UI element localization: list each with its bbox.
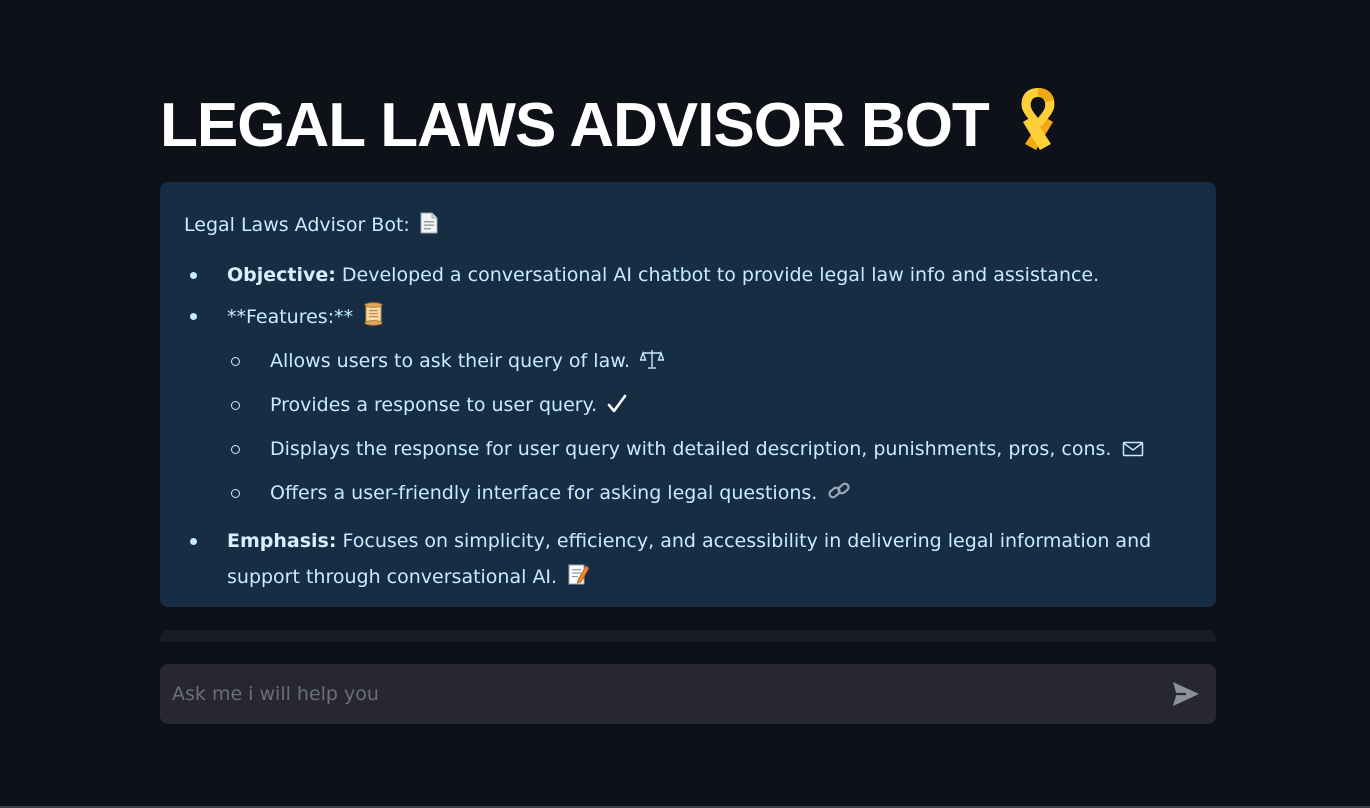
yellow-ribbon-icon — [1003, 82, 1073, 170]
info-heading: Legal Laws Advisor Bot: — [184, 210, 1192, 243]
chat-area-divider — [160, 630, 1216, 642]
objective-label: Objective: — [227, 264, 336, 286]
send-button[interactable] — [1170, 679, 1202, 709]
chat-input-container — [160, 664, 1216, 724]
send-icon — [1173, 682, 1199, 706]
checkmark-icon — [607, 394, 627, 422]
info-list: Objective: Developed a conversational AI… — [184, 261, 1192, 598]
objective-item: Objective: Developed a conversational AI… — [184, 261, 1192, 289]
emphasis-label: Emphasis: — [227, 530, 337, 552]
feature-text: Provides a response to user query. — [270, 394, 598, 416]
app-page: LEGAL LAWS ADVISOR BOT Legal Laws Adviso… — [0, 0, 1370, 808]
feature-item: Offers a user-friendly interface for ask… — [227, 479, 1192, 510]
info-heading-text: Legal Laws Advisor Bot: — [184, 214, 410, 236]
page-icon — [420, 212, 438, 243]
feature-text: Displays the response for user query wit… — [270, 438, 1112, 460]
scroll-icon — [363, 302, 385, 334]
features-label: **Features:** — [227, 306, 354, 328]
emphasis-text: Focuses on simplicity, efficiency, and a… — [227, 530, 1152, 588]
chat-input[interactable] — [160, 664, 1150, 724]
feature-item: Allows users to ask their query of law. — [227, 347, 1192, 378]
scales-icon — [639, 348, 665, 378]
objective-text: Developed a conversational AI chatbot to… — [335, 264, 1100, 286]
feature-item: Displays the response for user query wit… — [227, 435, 1192, 466]
memo-icon — [567, 562, 590, 598]
features-sublist: Allows users to ask their query of law. — [227, 347, 1192, 510]
link-icon — [827, 480, 851, 510]
feature-text: Allows users to ask their query of law. — [270, 350, 631, 372]
feature-item: Provides a response to user query. — [227, 391, 1192, 422]
emphasis-item: Emphasis: Focuses on simplicity, efficie… — [184, 523, 1192, 598]
page-title: LEGAL LAWS ADVISOR BOT — [160, 82, 1073, 170]
page-title-text: LEGAL LAWS ADVISOR BOT — [160, 91, 990, 160]
info-alert-box: Legal Laws Advisor Bot: Objective: Devel… — [160, 182, 1216, 607]
feature-text: Offers a user-friendly interface for ask… — [270, 482, 818, 504]
envelope-icon — [1122, 438, 1144, 466]
features-item: **Features:** Allows users to ask their … — [184, 302, 1192, 510]
